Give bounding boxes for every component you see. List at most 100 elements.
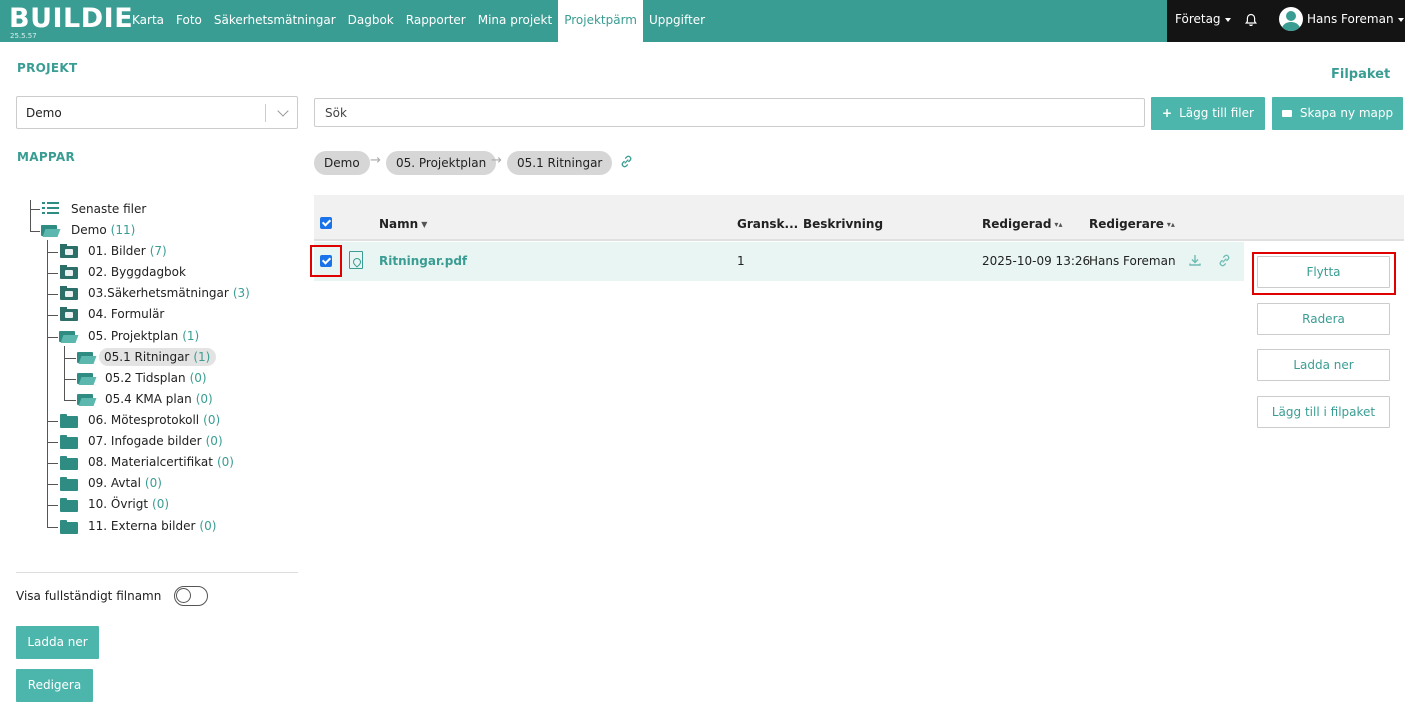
nav-foto[interactable]: Foto (170, 0, 208, 42)
column-description[interactable]: Beskrivning (803, 217, 883, 231)
tree-item-count: (0) (199, 519, 217, 533)
tree-item-label: 05.1 Ritningar (104, 350, 190, 364)
file-editor: Hans Foreman (1089, 254, 1176, 268)
highlight-box-checkbox (310, 245, 342, 277)
tree-item-projektplan[interactable]: 05. Projektplan (1) (88, 327, 199, 345)
tree-connector (30, 231, 40, 232)
tree-item-byggdagbok[interactable]: 02. Byggdagbok (88, 263, 186, 281)
list-icon (42, 202, 59, 214)
user-avatar[interactable] (1279, 7, 1303, 31)
plus-icon: + (1162, 106, 1173, 120)
folder-icon (60, 498, 78, 512)
tree-item-tidsplan[interactable]: 05.2 Tidsplan (0) (105, 369, 207, 387)
tree-connector (47, 421, 58, 422)
tree-item-recent-files[interactable]: Senaste filer (71, 200, 146, 218)
tree-item-label: Senaste filer (71, 202, 147, 216)
tree-connector (47, 484, 58, 485)
tree-item-externa-bilder[interactable]: 11. Externa bilder (0) (88, 517, 216, 535)
arrow-right-icon: → (370, 153, 381, 168)
form-folder-icon (60, 307, 78, 321)
tree-item-bilder[interactable]: 01. Bilder (7) (88, 242, 167, 260)
tree-item-ritningar[interactable]: 05.1 Ritningar (1) (99, 348, 217, 366)
folder-open-icon (59, 331, 77, 343)
sort-icon: ▾▴ (1054, 220, 1063, 229)
add-files-button[interactable]: + Lägg till filer (1151, 97, 1265, 130)
sidebar-download-button[interactable]: Ladda ner (16, 626, 99, 659)
bell-icon[interactable] (1244, 0, 1258, 42)
new-folder-label: Skapa ny mapp (1299, 106, 1394, 120)
arrow-right-icon: → (491, 153, 502, 168)
caret-down-icon (1397, 17, 1404, 22)
nav-sakerhetsmatningar[interactable]: Säkerhetsmätningar (208, 0, 342, 42)
top-navbar: BUILDIE 25.5.57 Karta Foto Säkerhetsmätn… (0, 0, 1405, 42)
select-all-checkbox[interactable] (320, 217, 332, 229)
tree-item-label: Demo (71, 223, 107, 237)
tree-connector (64, 379, 76, 380)
tree-item-label: 10. Övrigt (88, 497, 149, 511)
company-menu-label: Företag (1175, 12, 1221, 26)
tree-item-label: 08. Materialcertifikat (88, 455, 213, 469)
tree-item-count: (0) (152, 497, 170, 511)
column-name-label: Namn (379, 217, 419, 231)
tree-item-infogade-bilder[interactable]: 07. Infogade bilder (0) (88, 432, 223, 450)
add-to-filpaket-button[interactable]: Lägg till i filpaket (1257, 396, 1390, 428)
tree-item-sakerhetsmatningar[interactable]: 03.Säkerhetsmätningar (3) (88, 284, 250, 302)
tree-item-count: (0) (144, 476, 162, 490)
tree-item-ovrigt[interactable]: 10. Övrigt (0) (88, 495, 169, 513)
company-menu[interactable]: Företag (1175, 0, 1231, 42)
project-select[interactable]: Demo (16, 96, 298, 129)
tree-item-count: (11) (110, 223, 136, 237)
tree-item-formular[interactable]: 04. Formulär (88, 305, 164, 323)
diary-folder-icon (60, 265, 78, 279)
delete-button[interactable]: Radera (1257, 303, 1390, 335)
tree-connector (47, 315, 58, 316)
sort-down-icon: ▼ (421, 220, 428, 229)
tree-connector (30, 200, 31, 231)
breadcrumb-demo[interactable]: Demo (314, 151, 370, 175)
tree-item-demo[interactable]: Demo (11) (71, 221, 135, 239)
tree-connector (47, 252, 58, 253)
tree-connector (47, 442, 58, 443)
tree-item-kma-plan[interactable]: 05.4 KMA plan (0) (105, 390, 213, 408)
file-name-link[interactable]: Ritningar.pdf (379, 254, 467, 268)
full-filename-toggle[interactable] (174, 586, 208, 606)
nav-mina-projekt[interactable]: Mina projekt (472, 0, 558, 42)
tree-item-count: (0) (195, 392, 213, 406)
download-icon[interactable] (1188, 253, 1202, 271)
tree-item-count: (1) (193, 350, 211, 364)
file-edited: 2025-10-09 13:26 (982, 254, 1091, 268)
sidebar-edit-button[interactable]: Redigera (16, 669, 93, 702)
tree-item-avtal[interactable]: 09. Avtal (0) (88, 474, 162, 492)
tree-item-count: (0) (205, 434, 223, 448)
column-editor[interactable]: Redigerare ▾▴ (1089, 217, 1175, 231)
new-folder-button[interactable]: Skapa ny mapp (1272, 97, 1403, 130)
column-edited[interactable]: Redigerad ▾▴ (982, 217, 1062, 231)
nav-uppgifter[interactable]: Uppgifter (643, 0, 711, 42)
nav-karta[interactable]: Karta (126, 0, 170, 42)
highlight-box-move (1252, 252, 1396, 295)
tree-item-label: 01. Bilder (88, 244, 146, 258)
link-icon[interactable] (1217, 253, 1232, 272)
tree-item-count: (1) (182, 329, 200, 343)
column-name[interactable]: Namn ▼ (379, 217, 427, 231)
search-input[interactable]: Sök (314, 98, 1145, 127)
select-separator (265, 104, 266, 122)
tree-item-motesprotokoll[interactable]: 06. Mötesprotokoll (0) (88, 411, 220, 429)
breadcrumb-ritningar[interactable]: 05.1 Ritningar (507, 151, 613, 175)
breadcrumb-projektplan[interactable]: 05. Projektplan (386, 151, 497, 175)
nav-projektparm[interactable]: Projektpärm (558, 0, 643, 42)
column-review[interactable]: Gransk... (737, 217, 798, 231)
nav-rapporter[interactable]: Rapporter (400, 0, 472, 42)
folder-icon (60, 435, 78, 449)
link-icon[interactable] (619, 154, 634, 173)
filpaket-link[interactable]: Filpaket (1331, 67, 1390, 82)
folder-icon (60, 414, 78, 428)
nav-dagbok[interactable]: Dagbok (342, 0, 400, 42)
folder-icon (60, 456, 78, 470)
user-menu[interactable]: Hans Foreman (1307, 0, 1404, 42)
tree-item-materialcertifikat[interactable]: 08. Materialcertifikat (0) (88, 453, 234, 471)
download-button[interactable]: Ladda ner (1257, 349, 1390, 381)
add-files-label: Lägg till filer (1179, 106, 1254, 120)
buildie-logo[interactable]: BUILDIE (9, 5, 133, 33)
tree-connector (64, 346, 65, 400)
